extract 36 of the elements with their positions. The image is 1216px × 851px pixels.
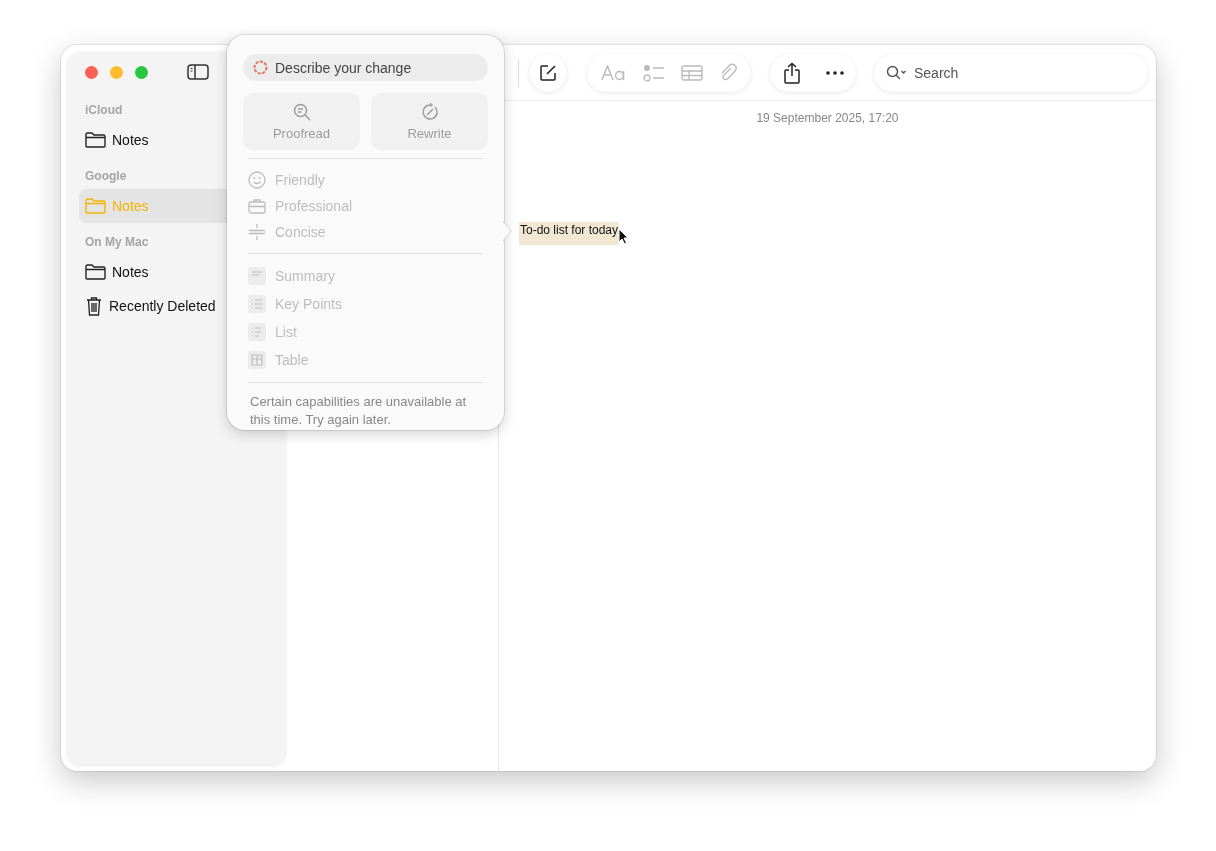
section-heading: On My Mac [84, 235, 149, 249]
share-icon[interactable] [782, 61, 801, 84]
briefcase-icon [248, 198, 266, 214]
search-field[interactable]: Search [874, 53, 1148, 92]
format-text-icon[interactable] [601, 64, 627, 81]
folder-icon [85, 132, 106, 148]
mouse-pointer-icon [618, 228, 630, 245]
close-button[interactable] [85, 65, 98, 79]
format-icon [248, 295, 266, 313]
describe-change-field[interactable]: Describe your change [243, 54, 488, 81]
section-heading: iCloud [84, 103, 123, 117]
more-icon[interactable] [825, 70, 844, 75]
rewrite-icon [420, 102, 439, 121]
sidebar-toggle-icon[interactable] [187, 64, 209, 80]
minimize-button[interactable] [110, 65, 123, 79]
section-heading: Google [84, 169, 127, 183]
note-text: To-do list for today [519, 222, 620, 245]
folder-icon [85, 264, 106, 280]
table-icon[interactable] [681, 64, 703, 81]
zoom-button[interactable] [135, 65, 148, 79]
search-icon [886, 64, 908, 81]
new-note-button[interactable] [529, 53, 567, 92]
magnifier-icon [292, 102, 311, 121]
note-date: 19 September 2025, 17:20 [755, 111, 900, 125]
checklist-icon[interactable] [643, 63, 665, 82]
format-icon [248, 323, 266, 341]
format-icon [248, 351, 266, 369]
compose-icon [539, 63, 557, 82]
unavailable-message: Certain capabilities are unavailable at this time. Try again later. [249, 393, 468, 429]
divide-icon [248, 223, 266, 241]
format-icon [248, 267, 266, 285]
folder-icon [85, 198, 106, 214]
smiley-icon [248, 171, 266, 189]
paperclip-icon[interactable] [719, 62, 737, 83]
trash-icon [85, 296, 103, 316]
sparkle-icon [252, 59, 269, 76]
